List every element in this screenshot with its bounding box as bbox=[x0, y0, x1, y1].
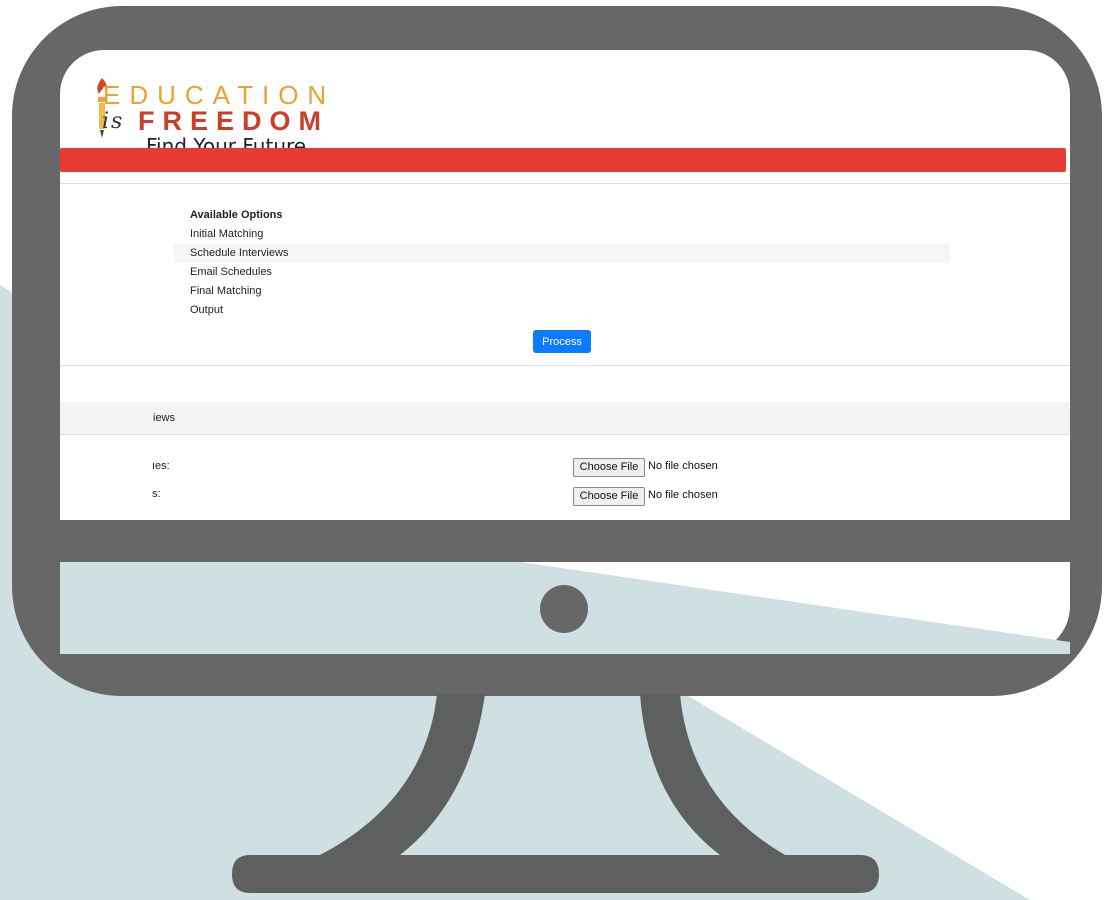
file-row-label: s: bbox=[152, 488, 161, 500]
file-status: No file chosen bbox=[648, 460, 718, 472]
option-initial-matching[interactable]: Initial Matching bbox=[174, 225, 950, 244]
logo-is-text: is bbox=[102, 109, 125, 134]
option-final-matching[interactable]: Final Matching bbox=[174, 282, 950, 301]
option-email-schedules[interactable]: Email Schedules bbox=[174, 263, 950, 282]
logo-freedom-text: FREEDOM bbox=[138, 106, 329, 136]
header-bar bbox=[60, 148, 1066, 172]
section-title: iews bbox=[153, 412, 176, 424]
choose-file-button[interactable]: Choose File bbox=[573, 458, 645, 477]
choose-file-button[interactable]: Choose File bbox=[573, 487, 645, 506]
divider bbox=[60, 183, 1070, 184]
options-heading: Available Options bbox=[190, 209, 283, 221]
option-schedule-interviews[interactable]: Schedule Interviews bbox=[174, 244, 950, 263]
logo: EDUCATION is FREEDOM Find Your Future bbox=[76, 62, 336, 158]
file-row-label: ıes: bbox=[152, 460, 170, 472]
section-header: iews bbox=[60, 402, 1070, 435]
file-status: No file chosen bbox=[648, 489, 718, 501]
divider bbox=[60, 365, 1070, 366]
power-button-icon bbox=[540, 585, 588, 633]
process-button[interactable]: Process bbox=[533, 330, 591, 353]
options-list: Available Options Initial Matching Sched… bbox=[174, 206, 950, 320]
browser-screen: EDUCATION is FREEDOM Find Your Future Av… bbox=[60, 50, 1070, 520]
option-output[interactable]: Output bbox=[174, 301, 950, 320]
